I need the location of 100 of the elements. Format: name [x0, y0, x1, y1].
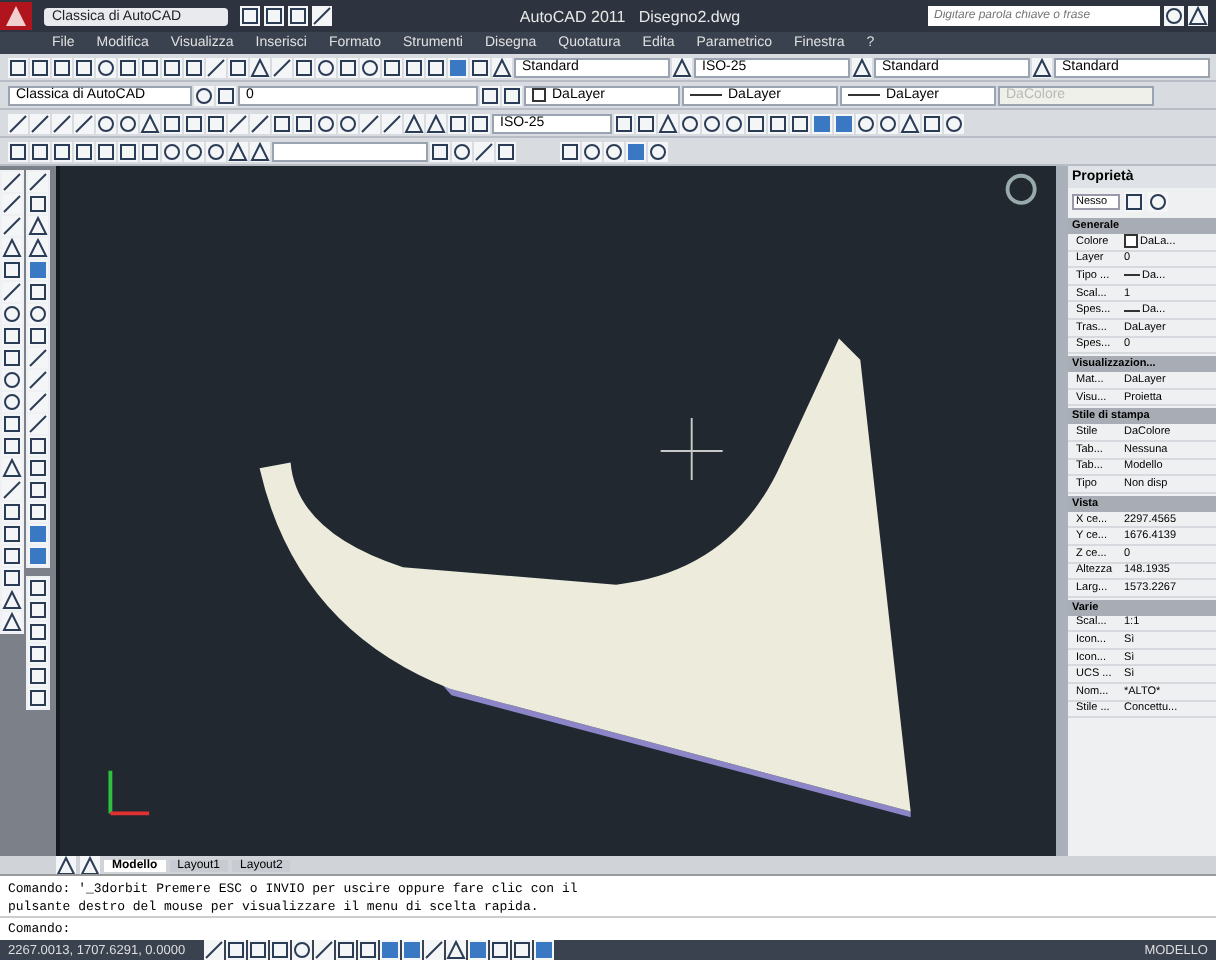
triangle-icon[interactable]	[2, 590, 22, 610]
square-icon[interactable]	[269, 940, 290, 960]
square-icon[interactable]	[746, 113, 766, 133]
square-icon[interactable]	[30, 141, 50, 161]
square-icon[interactable]	[2, 524, 22, 544]
line-icon[interactable]	[228, 113, 248, 133]
line-icon[interactable]	[423, 940, 444, 960]
square-icon[interactable]	[511, 940, 532, 960]
circle-icon[interactable]	[2, 370, 22, 390]
square-icon[interactable]	[28, 622, 48, 642]
square-icon[interactable]	[768, 113, 788, 133]
triangle-icon[interactable]	[1187, 6, 1208, 26]
circle-icon[interactable]	[648, 141, 668, 161]
app-logo-icon[interactable]	[0, 2, 32, 30]
circle-icon[interactable]	[162, 141, 182, 161]
circle-icon[interactable]	[452, 141, 472, 161]
square-icon[interactable]	[2, 502, 22, 522]
circle-icon[interactable]	[316, 113, 336, 133]
filled-square-icon[interactable]	[533, 940, 554, 960]
line-icon[interactable]	[28, 172, 48, 192]
square-icon[interactable]	[8, 141, 28, 161]
square-icon[interactable]	[228, 57, 248, 77]
square-icon[interactable]	[225, 940, 246, 960]
square-icon[interactable]	[357, 940, 378, 960]
square-icon[interactable]	[184, 57, 204, 77]
filled-square-icon[interactable]	[812, 113, 832, 133]
circle-icon[interactable]	[604, 141, 624, 161]
square-icon[interactable]	[448, 113, 468, 133]
circle-icon[interactable]	[680, 113, 700, 133]
circle-icon[interactable]	[724, 113, 744, 133]
circle-icon[interactable]	[118, 113, 138, 133]
square-icon[interactable]	[382, 57, 402, 77]
square-icon[interactable]	[790, 113, 810, 133]
square-icon[interactable]	[264, 6, 284, 26]
circle-icon[interactable]	[1163, 6, 1184, 26]
line-icon[interactable]	[52, 113, 72, 133]
square-icon[interactable]	[496, 141, 516, 161]
triangle-icon[interactable]	[1032, 57, 1052, 77]
circle-icon[interactable]	[291, 940, 312, 960]
square-icon[interactable]	[404, 57, 424, 77]
line-icon[interactable]	[2, 216, 22, 236]
square-icon[interactable]	[2, 568, 22, 588]
square-icon[interactable]	[52, 141, 72, 161]
square-icon[interactable]	[288, 6, 308, 26]
line-icon[interactable]	[28, 370, 48, 390]
circle-icon[interactable]	[96, 113, 116, 133]
triangle-icon[interactable]	[2, 458, 22, 478]
filled-square-icon[interactable]	[626, 141, 646, 161]
square-icon[interactable]	[8, 57, 28, 77]
square-icon[interactable]	[28, 578, 48, 598]
filled-square-icon[interactable]	[379, 940, 400, 960]
circle-icon[interactable]	[338, 113, 358, 133]
triangle-icon[interactable]	[658, 113, 678, 133]
circle-icon[interactable]	[1148, 192, 1168, 212]
square-icon[interactable]	[480, 85, 500, 105]
triangle-icon[interactable]	[672, 57, 692, 77]
square-icon[interactable]	[28, 436, 48, 456]
line-icon[interactable]	[2, 172, 22, 192]
triangle-icon[interactable]	[2, 612, 22, 632]
square-icon[interactable]	[294, 113, 314, 133]
circle-icon[interactable]	[582, 141, 602, 161]
circle-icon[interactable]	[184, 141, 204, 161]
square-icon[interactable]	[614, 113, 634, 133]
circle-icon[interactable]	[2, 304, 22, 324]
compass-icon[interactable]	[1005, 173, 1037, 205]
circle-icon[interactable]	[28, 304, 48, 324]
triangle-icon[interactable]	[140, 113, 160, 133]
filled-square-icon[interactable]	[834, 113, 854, 133]
circle-icon[interactable]	[2, 392, 22, 412]
filled-square-icon[interactable]	[448, 57, 468, 77]
line-icon[interactable]	[2, 194, 22, 214]
square-icon[interactable]	[184, 113, 204, 133]
square-icon[interactable]	[52, 57, 72, 77]
square-icon[interactable]	[2, 436, 22, 456]
circle-icon[interactable]	[856, 113, 876, 133]
line-icon[interactable]	[2, 282, 22, 302]
square-icon[interactable]	[2, 348, 22, 368]
triangle-icon[interactable]	[2, 238, 22, 258]
square-icon[interactable]	[118, 57, 138, 77]
square-icon[interactable]	[206, 113, 226, 133]
square-icon[interactable]	[294, 57, 314, 77]
line-icon[interactable]	[8, 113, 28, 133]
line-icon[interactable]	[250, 113, 270, 133]
square-icon[interactable]	[2, 414, 22, 434]
square-icon[interactable]	[28, 502, 48, 522]
square-icon[interactable]	[28, 666, 48, 686]
circle-icon[interactable]	[194, 85, 214, 105]
square-icon[interactable]	[470, 57, 490, 77]
triangle-icon[interactable]	[426, 113, 446, 133]
filled-square-icon[interactable]	[28, 546, 48, 566]
line-icon[interactable]	[2, 480, 22, 500]
square-icon[interactable]	[247, 940, 268, 960]
triangle-icon[interactable]	[80, 855, 100, 875]
square-icon[interactable]	[96, 141, 116, 161]
square-icon[interactable]	[2, 260, 22, 280]
square-icon[interactable]	[335, 940, 356, 960]
circle-icon[interactable]	[360, 57, 380, 77]
square-icon[interactable]	[30, 57, 50, 77]
square-icon[interactable]	[489, 940, 510, 960]
line-icon[interactable]	[360, 113, 380, 133]
